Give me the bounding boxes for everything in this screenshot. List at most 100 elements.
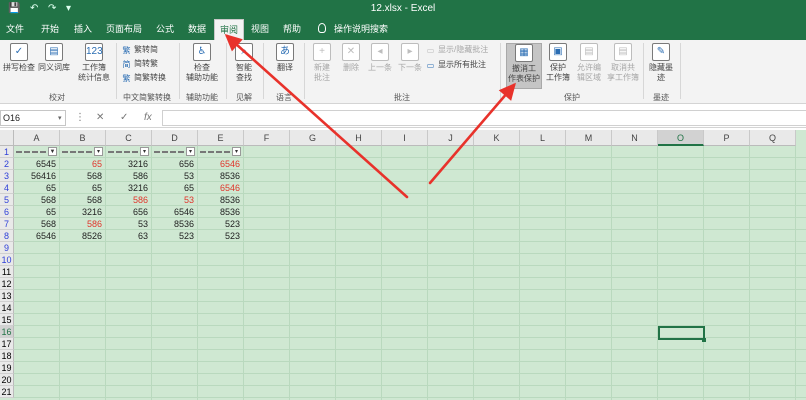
workbook-statistics-button[interactable]: 123 工作簿 统计信息 bbox=[74, 43, 114, 89]
row-header-8[interactable]: 8 bbox=[0, 230, 14, 242]
row-header-6[interactable]: 6 bbox=[0, 206, 14, 218]
unshare-workbook-button[interactable]: ▤ 取消共 享工作簿 bbox=[606, 43, 640, 89]
column-header-l[interactable]: L bbox=[520, 130, 566, 146]
cell-b3[interactable]: 568 bbox=[60, 170, 106, 182]
row-header-10[interactable]: 10 bbox=[0, 254, 14, 266]
filter-dropdown-icon[interactable]: ▼ bbox=[48, 147, 57, 156]
cell-e8[interactable]: 523 bbox=[198, 230, 244, 242]
tab-insert[interactable]: 插入 bbox=[68, 18, 98, 40]
cell-b7[interactable]: 586 bbox=[60, 218, 106, 230]
tab-formulas[interactable]: 公式 bbox=[150, 18, 180, 40]
cell-a7[interactable]: 568 bbox=[14, 218, 60, 230]
spelling-button[interactable]: ✓ 拼写检查 bbox=[2, 43, 36, 89]
cell-e5[interactable]: 8536 bbox=[198, 194, 244, 206]
tell-me-search[interactable]: 操作说明搜索 bbox=[332, 18, 390, 40]
header-cell-e1[interactable]: ▾ bbox=[198, 146, 244, 158]
cell-e6[interactable]: 8536 bbox=[198, 206, 244, 218]
cell-c7[interactable]: 53 bbox=[106, 218, 152, 230]
cell-e2[interactable]: 6546 bbox=[198, 158, 244, 170]
column-header-c[interactable]: C bbox=[106, 130, 152, 146]
name-box[interactable]: O16 bbox=[0, 110, 66, 126]
tab-file[interactable]: 文件 bbox=[2, 18, 28, 40]
row-header-5[interactable]: 5 bbox=[0, 194, 14, 206]
tab-home[interactable]: 开始 bbox=[36, 18, 64, 40]
filter-dropdown-icon[interactable]: ▾ bbox=[232, 147, 241, 156]
cell-d2[interactable]: 656 bbox=[152, 158, 198, 170]
column-header-q[interactable]: Q bbox=[750, 130, 796, 146]
unprotect-sheet-button[interactable]: ▦ 撤消工 作表保护 bbox=[506, 43, 542, 89]
tab-review[interactable]: 审阅 bbox=[214, 19, 244, 40]
column-header-j[interactable]: J bbox=[428, 130, 474, 146]
row-header-3[interactable]: 3 bbox=[0, 170, 14, 182]
smart-lookup-button[interactable]: ⌕ 智能 查找 bbox=[230, 43, 258, 89]
cell-b2[interactable]: 65 bbox=[60, 158, 106, 170]
fill-handle[interactable] bbox=[702, 338, 706, 342]
cell-d7[interactable]: 8536 bbox=[152, 218, 198, 230]
row-header-20[interactable]: 20 bbox=[0, 374, 14, 386]
thesaurus-button[interactable]: ▤ 同义词库 bbox=[36, 43, 72, 89]
row-header-1[interactable]: 1 bbox=[0, 146, 14, 158]
cell-b4[interactable]: 65 bbox=[60, 182, 106, 194]
header-cell-c1[interactable]: ▾ bbox=[106, 146, 152, 158]
cell-d5[interactable]: 53 bbox=[152, 194, 198, 206]
filter-dropdown-icon[interactable]: ▾ bbox=[186, 147, 195, 156]
cell-c8[interactable]: 63 bbox=[106, 230, 152, 242]
tab-help[interactable]: 帮助 bbox=[278, 18, 306, 40]
row-header-9[interactable]: 9 bbox=[0, 242, 14, 254]
allow-edit-ranges-button[interactable]: ▤ 允许编 辑区域 bbox=[574, 43, 604, 89]
cell-d8[interactable]: 523 bbox=[152, 230, 198, 242]
cell-b8[interactable]: 8526 bbox=[60, 230, 106, 242]
traditional-to-simplified-button[interactable]: 繁繁转简 bbox=[122, 44, 159, 56]
cell-d6[interactable]: 6546 bbox=[152, 206, 198, 218]
row-header-17[interactable]: 17 bbox=[0, 338, 14, 350]
column-header-o[interactable]: O bbox=[658, 130, 704, 146]
column-header-h[interactable]: H bbox=[336, 130, 382, 146]
cell-a8[interactable]: 6546 bbox=[14, 230, 60, 242]
cell-e7[interactable]: 523 bbox=[198, 218, 244, 230]
cell-c4[interactable]: 3216 bbox=[106, 182, 152, 194]
tab-view[interactable]: 视图 bbox=[246, 18, 274, 40]
cell-c6[interactable]: 656 bbox=[106, 206, 152, 218]
column-header-d[interactable]: D bbox=[152, 130, 198, 146]
cell-b6[interactable]: 3216 bbox=[60, 206, 106, 218]
tab-page-layout[interactable]: 页面布局 bbox=[102, 18, 146, 40]
row-header-4[interactable]: 4 bbox=[0, 182, 14, 194]
filter-dropdown-icon[interactable]: ▾ bbox=[94, 147, 103, 156]
row-header-7[interactable]: 7 bbox=[0, 218, 14, 230]
row-header-11[interactable]: 11 bbox=[0, 266, 14, 278]
check-accessibility-button[interactable]: ♿ 检查 辅助功能 bbox=[182, 43, 222, 89]
hide-ink-button[interactable]: ✎ 隐藏墨 迹 bbox=[646, 43, 676, 89]
cell-b5[interactable]: 568 bbox=[60, 194, 106, 206]
chinese-conversion-button[interactable]: 繁简繁转换 bbox=[122, 72, 167, 84]
column-header-a[interactable]: A bbox=[14, 130, 60, 146]
cell-c5[interactable]: 586 bbox=[106, 194, 152, 206]
show-hide-comment-button[interactable]: ▭ 显示/隐藏批注 bbox=[426, 44, 489, 56]
select-all-corner[interactable] bbox=[0, 130, 14, 146]
cell-a5[interactable]: 568 bbox=[14, 194, 60, 206]
column-header-f[interactable]: F bbox=[244, 130, 290, 146]
row-header-15[interactable]: 15 bbox=[0, 314, 14, 326]
translate-button[interactable]: あ 翻译 bbox=[270, 43, 300, 89]
cancel-icon[interactable]: ✕ bbox=[96, 111, 104, 125]
column-header-i[interactable]: I bbox=[382, 130, 428, 146]
enter-icon[interactable]: ✓ bbox=[120, 111, 128, 125]
show-all-comments-button[interactable]: ▭ 显示所有批注 bbox=[426, 59, 486, 71]
header-cell-b1[interactable]: ▾ bbox=[60, 146, 106, 158]
column-header-b[interactable]: B bbox=[60, 130, 106, 146]
row-header-18[interactable]: 18 bbox=[0, 350, 14, 362]
cell-e3[interactable]: 8536 bbox=[198, 170, 244, 182]
row-header-14[interactable]: 14 bbox=[0, 302, 14, 314]
row-header-16[interactable]: 16 bbox=[0, 326, 14, 338]
cell-c2[interactable]: 3216 bbox=[106, 158, 152, 170]
column-header-g[interactable]: G bbox=[290, 130, 336, 146]
new-comment-button[interactable]: + 新建 批注 bbox=[308, 43, 336, 89]
column-header-e[interactable]: E bbox=[198, 130, 244, 146]
simplified-to-traditional-button[interactable]: 简简转繁 bbox=[122, 58, 159, 70]
worksheet-grid[interactable]: ABCDEFGHIJKLMNOPQ 1 2 3 4 5 6 7 8 9 10 11 12 13 14 15 1… bbox=[0, 130, 806, 400]
row-header-2[interactable]: 2 bbox=[0, 158, 14, 170]
cell-a6[interactable]: 65 bbox=[14, 206, 60, 218]
protect-workbook-button[interactable]: ▣ 保护 工作簿 bbox=[544, 43, 572, 89]
cell-a2[interactable]: 6545 bbox=[14, 158, 60, 170]
row-header-21[interactable]: 21 bbox=[0, 386, 14, 398]
cell-c3[interactable]: 586 bbox=[106, 170, 152, 182]
